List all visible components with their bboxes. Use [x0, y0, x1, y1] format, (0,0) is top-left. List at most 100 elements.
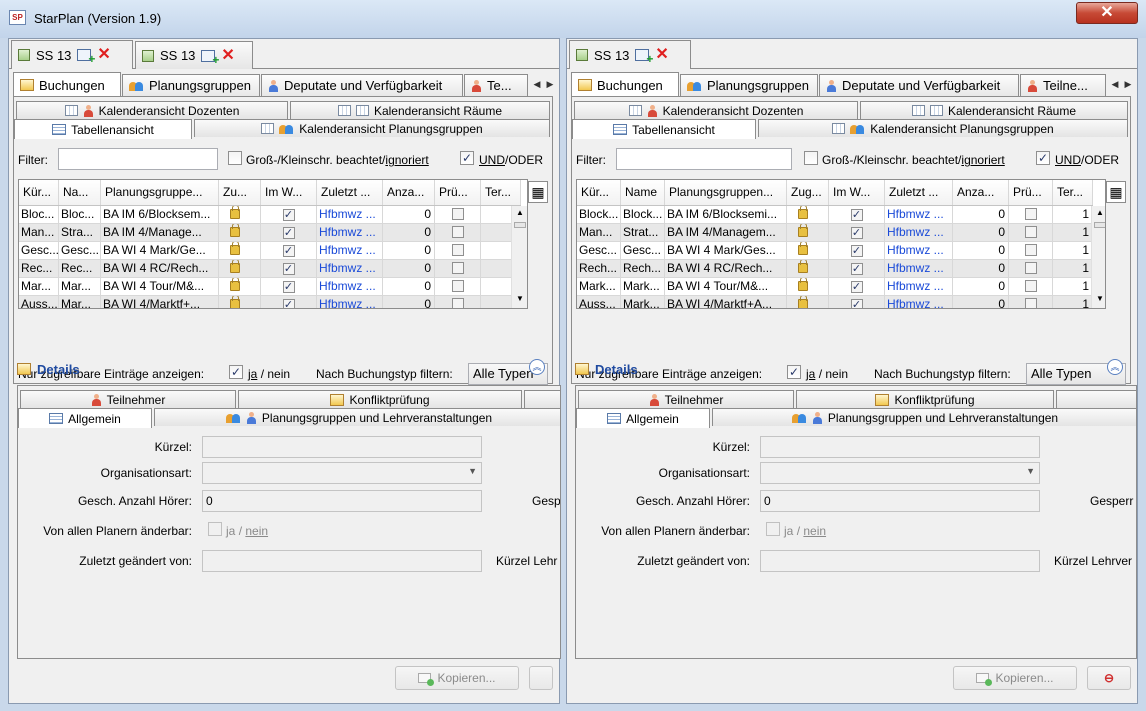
im-workflow-checkbox[interactable]: ✓ [829, 260, 885, 277]
im-workflow-checkbox[interactable]: ✓ [261, 206, 317, 223]
table-cell[interactable]: 0 [383, 206, 435, 223]
scroll-up-icon[interactable]: ▲ [512, 208, 527, 217]
table-cell[interactable]: BA WI 4 Mark/Ge... [101, 242, 219, 259]
checkbox[interactable]: ✓ [850, 281, 863, 293]
checkbox[interactable]: ✓ [282, 227, 295, 239]
tab-buchungen[interactable]: Buchungen [13, 72, 121, 97]
table-cell[interactable]: Mar... [19, 278, 59, 295]
window-close-button[interactable]: ✕ [1076, 2, 1138, 24]
copy-button[interactable]: Kopieren... [395, 666, 519, 690]
und-checkbox[interactable]: ✓ [460, 151, 474, 165]
geprueft-checkbox[interactable] [435, 206, 481, 223]
im-workflow-checkbox[interactable]: ✓ [261, 242, 317, 259]
table-scrollbar[interactable]: ▲ ▼ [511, 206, 527, 308]
table-cell[interactable]: BA IM 6/Blocksemi... [665, 206, 787, 223]
table-cell[interactable]: Hfbmwz ... [317, 296, 383, 308]
nein-text[interactable]: / nein [261, 367, 290, 381]
geprueft-checkbox[interactable] [1009, 206, 1053, 223]
col-header[interactable]: Im W... [829, 180, 885, 205]
table-cell[interactable]: BA WI 4/Marktf+A... [665, 296, 787, 308]
checkbox[interactable]: ✓ [850, 299, 863, 308]
table-cell[interactable]: Man... [19, 224, 59, 241]
col-header[interactable]: Zug... [787, 180, 829, 205]
table-cell[interactable]: Hfbmwz ... [317, 278, 383, 295]
table-cell[interactable]: 1 [1053, 278, 1093, 295]
scroll-right-icon[interactable]: ▶ [1122, 76, 1134, 92]
tab-planungsgruppen-lv[interactable]: Planungsgruppen und Lehrveranstaltungen [154, 408, 560, 426]
col-header[interactable]: Zuletzt ... [317, 180, 383, 205]
table-cell[interactable]: Mar... [59, 278, 101, 295]
filter-input[interactable] [616, 148, 792, 170]
tab-kalender-raeume[interactable]: Kalenderansicht Räume [860, 101, 1128, 119]
column-chooser-icon[interactable]: ▦ [1106, 181, 1126, 203]
tab-allgemein[interactable]: Allgemein [576, 408, 710, 428]
table-cell[interactable]: Hfbmwz ... [317, 260, 383, 277]
checkbox[interactable] [1024, 226, 1037, 238]
im-workflow-checkbox[interactable]: ✓ [261, 278, 317, 295]
table-cell[interactable]: BA WI 4 Tour/M&... [101, 278, 219, 295]
column-chooser-icon[interactable]: ▦ [528, 181, 548, 203]
table-cell[interactable]: Mar... [59, 296, 101, 308]
geprueft-checkbox[interactable] [435, 224, 481, 241]
tab-teilnehmer-details[interactable]: Teilnehmer [578, 390, 794, 408]
lock-icon[interactable] [219, 242, 261, 259]
table-cell[interactable]: 0 [383, 242, 435, 259]
col-header[interactable]: Anza... [953, 180, 1009, 205]
tab-planungsgruppen[interactable]: Planungsgruppen [680, 74, 818, 96]
tab-kalender-planungsgruppen[interactable]: Kalenderansicht Planungsgruppen [194, 119, 550, 137]
only-accessible-checkbox[interactable]: ✓ [787, 365, 801, 379]
table-cell[interactable]: Block... [577, 206, 621, 223]
scroll-thumb[interactable] [514, 222, 526, 228]
hoerer-field[interactable]: 0 [760, 490, 1040, 512]
geprueft-checkbox[interactable] [435, 296, 481, 308]
col-header[interactable]: Kür... [19, 180, 59, 205]
add-view-icon[interactable] [635, 49, 653, 66]
scroll-right-icon[interactable]: ▶ [544, 76, 556, 92]
im-workflow-checkbox[interactable]: ✓ [829, 206, 885, 223]
table-cell[interactable]: 1 [1053, 260, 1093, 277]
tab-more[interactable] [524, 390, 560, 408]
organisationsart-select[interactable]: ▼ [760, 462, 1040, 484]
table-cell[interactable]: 0 [383, 224, 435, 241]
col-header[interactable]: Prü... [1009, 180, 1053, 205]
table-cell[interactable]: Stra... [59, 224, 101, 241]
case-sensitive-checkbox[interactable] [804, 151, 818, 165]
table-cell[interactable]: Rech... [621, 260, 665, 277]
tab-deputate[interactable]: Deputate und Verfügbarkeit [261, 74, 463, 96]
tab-buchungen[interactable]: Buchungen [571, 72, 679, 97]
tab-tabellenansicht[interactable]: Tabellenansicht [572, 119, 756, 139]
add-view-icon[interactable] [201, 49, 219, 67]
tab-more[interactable] [1056, 390, 1136, 408]
lock-icon[interactable] [787, 242, 829, 259]
table-cell[interactable]: BA IM 4/Manage... [101, 224, 219, 241]
table-cell[interactable]: 0 [953, 260, 1009, 277]
col-header[interactable]: Prü... [435, 180, 481, 205]
table-cell[interactable]: BA WI 4 Mark/Ges... [665, 242, 787, 259]
checkbox[interactable] [1024, 262, 1037, 274]
col-header[interactable]: Kür... [577, 180, 621, 205]
table-cell[interactable]: Man... [577, 224, 621, 241]
ignoriert-link[interactable]: ignoriert [961, 153, 1004, 167]
table-cell[interactable]: Bloc... [19, 206, 59, 223]
table-cell[interactable]: 0 [953, 206, 1009, 223]
col-header[interactable]: Na... [59, 180, 101, 205]
aenderbar-checkbox[interactable] [208, 522, 222, 536]
im-workflow-checkbox[interactable]: ✓ [261, 224, 317, 241]
table-cell[interactable]: 0 [953, 242, 1009, 259]
tab-teilnehmer[interactable]: Teilne... [1020, 74, 1106, 96]
table-cell[interactable]: 0 [383, 296, 435, 308]
table-cell[interactable]: 0 [953, 296, 1009, 308]
table-cell[interactable]: 0 [383, 260, 435, 277]
checkbox[interactable]: ✓ [850, 263, 863, 275]
table-cell[interactable]: Gesc... [59, 242, 101, 259]
scroll-left-icon[interactable]: ◀ [531, 76, 543, 92]
geprueft-checkbox[interactable] [1009, 224, 1053, 241]
tab-planungsgruppen-lv[interactable]: Planungsgruppen und Lehrveranstaltungen [712, 408, 1136, 426]
lock-icon[interactable] [219, 278, 261, 295]
table-cell[interactable]: BA IM 4/Managem... [665, 224, 787, 241]
col-header[interactable]: Name [621, 180, 665, 205]
ignoriert-link[interactable]: ignoriert [385, 153, 428, 167]
table-cell[interactable]: Rec... [19, 260, 59, 277]
tab-deputate[interactable]: Deputate und Verfügbarkeit [819, 74, 1019, 96]
table-row[interactable]: Auss... Mark... BA WI 4/Marktf+A... ✓ Hfbmwz… [577, 296, 1093, 308]
